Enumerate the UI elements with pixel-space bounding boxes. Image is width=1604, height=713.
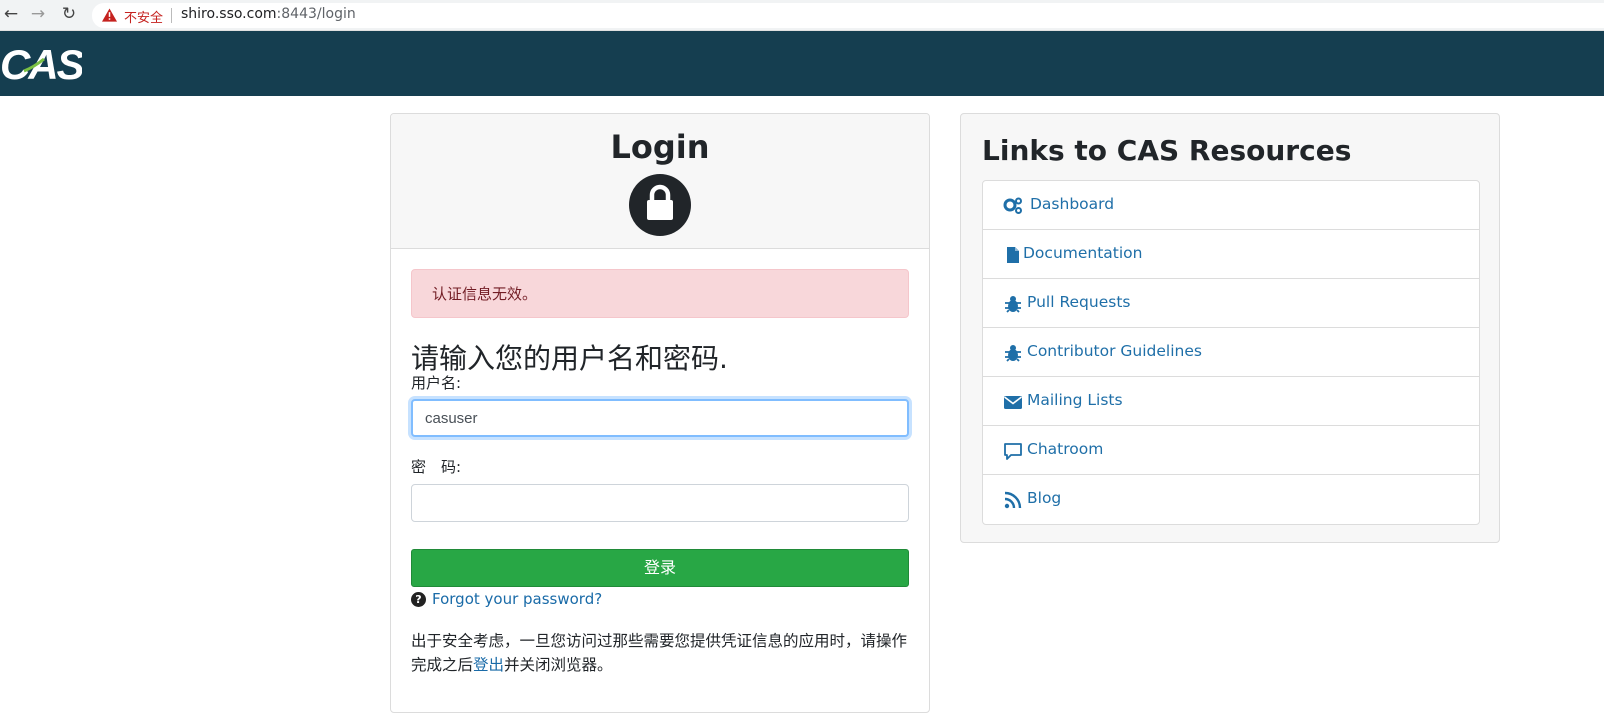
url-text[interactable]: shiro.sso.com:8443/login bbox=[181, 6, 356, 22]
chat-icon bbox=[1004, 443, 1022, 460]
forward-arrow-icon[interactable]: → bbox=[27, 3, 49, 25]
resources-title: Links to CAS Resources bbox=[982, 134, 1352, 167]
lock-icon bbox=[629, 174, 691, 236]
resource-label: Dashboard bbox=[1030, 195, 1115, 213]
gears-icon bbox=[1003, 197, 1022, 214]
notice-text-end: 并关闭浏览器。 bbox=[504, 656, 613, 674]
cas-logo: CAS bbox=[0, 41, 82, 87]
login-prompt: 请输入您的用户名和密码. bbox=[411, 342, 728, 375]
resource-item-blog[interactable]: Blog bbox=[983, 475, 1479, 524]
error-alert: 认证信息无效。 bbox=[411, 269, 909, 318]
rss-icon bbox=[1004, 491, 1022, 509]
resource-item-chatroom[interactable]: Chatroom bbox=[983, 426, 1479, 475]
warning-icon bbox=[102, 8, 117, 22]
resource-item-pull-requests[interactable]: Pull Requests bbox=[983, 279, 1479, 328]
url-path: :8443/login bbox=[276, 6, 356, 22]
browser-toolbar: ← → ↻ 不安全 shiro.sso.com:8443/login bbox=[0, 0, 1604, 31]
resource-item-contributor-guidelines[interactable]: Contributor Guidelines bbox=[983, 328, 1479, 377]
resource-label: Contributor Guidelines bbox=[1027, 342, 1202, 360]
password-input[interactable] bbox=[411, 484, 909, 522]
bug-icon bbox=[1005, 296, 1021, 313]
url-host: shiro.sso.com bbox=[181, 6, 277, 22]
login-submit-button[interactable]: 登录 bbox=[411, 549, 909, 587]
login-card: Login 认证信息无效。 请输入您的用户名和密码. 用户名: 密 码: 登录 … bbox=[390, 113, 930, 713]
envelope-icon bbox=[1004, 396, 1022, 409]
resource-item-dashboard[interactable]: Dashboard bbox=[983, 181, 1479, 230]
site-header: CAS bbox=[0, 31, 1604, 96]
forgot-password-link[interactable]: ? Forgot your password? bbox=[411, 590, 602, 608]
username-input[interactable] bbox=[411, 399, 909, 437]
back-arrow-icon[interactable]: ← bbox=[0, 3, 22, 25]
security-status[interactable]: 不安全 bbox=[124, 7, 163, 26]
resource-item-mailing-lists[interactable]: Mailing Lists bbox=[983, 377, 1479, 426]
resources-card: Links to CAS Resources Dashboard Documen… bbox=[960, 113, 1500, 543]
omnibox-divider bbox=[171, 8, 172, 23]
login-title: Login bbox=[610, 128, 710, 166]
logo-text: CAS bbox=[0, 41, 82, 87]
security-notice: 出于安全考虑，一旦您访问过那些需要您提供凭证信息的应用时，请操作完成之后登出并关… bbox=[411, 629, 911, 677]
reload-icon[interactable]: ↻ bbox=[58, 3, 80, 25]
bug-icon bbox=[1005, 345, 1021, 362]
file-icon bbox=[1007, 247, 1019, 263]
resource-label: Blog bbox=[1027, 489, 1062, 507]
resources-list: Dashboard Documentation Pull Requests Co… bbox=[982, 180, 1480, 525]
login-card-header: Login bbox=[391, 114, 929, 249]
question-circle-icon: ? bbox=[411, 592, 426, 607]
resource-label: Mailing Lists bbox=[1027, 391, 1123, 409]
resource-label: Pull Requests bbox=[1027, 293, 1131, 311]
username-label: 用户名: bbox=[411, 374, 462, 392]
address-bar[interactable]: 不安全 shiro.sso.com:8443/login bbox=[92, 3, 1604, 28]
password-label: 密 码: bbox=[411, 458, 462, 476]
forgot-password-text: Forgot your password? bbox=[432, 590, 603, 608]
resource-label: Documentation bbox=[1023, 244, 1143, 262]
resource-item-documentation[interactable]: Documentation bbox=[983, 230, 1479, 279]
logout-link[interactable]: 登出 bbox=[473, 656, 504, 674]
resource-label: Chatroom bbox=[1027, 440, 1104, 458]
